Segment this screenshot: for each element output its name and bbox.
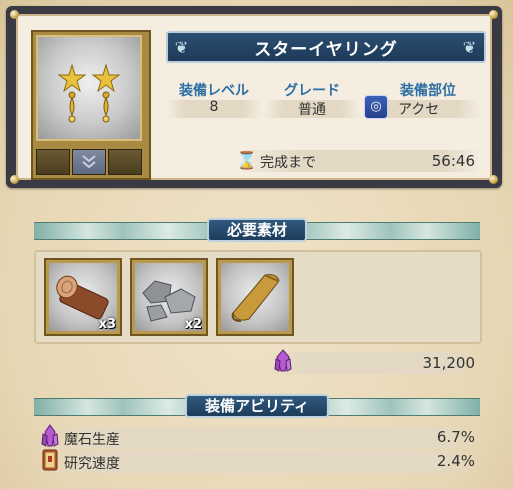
- equip-slot-value: アクセ: [398, 102, 440, 118]
- ability-value: 6.7%: [436, 428, 475, 446]
- material-count: x2: [184, 317, 202, 332]
- material-slot-scroll[interactable]: [216, 258, 294, 336]
- corner-rivet-icon: [489, 175, 498, 184]
- materials-section-header: 必要素材: [34, 218, 480, 242]
- ability-label: 研究速度: [64, 456, 120, 472]
- ability-label: 魔石生産: [64, 432, 120, 448]
- chevron-pattern-icon: [82, 155, 96, 169]
- timer-label: 完成まで: [260, 155, 316, 171]
- material-slot-log[interactable]: x3: [44, 258, 122, 336]
- star-earrings-icon: [36, 35, 142, 141]
- material-count: x3: [98, 317, 116, 332]
- accessory-socket: [72, 149, 106, 175]
- corner-rivet-icon: [489, 10, 498, 19]
- ring-icon: ◎: [364, 95, 388, 119]
- timer-value: 56:46: [431, 152, 475, 170]
- magic-crystal-icon: [41, 424, 59, 447]
- grade-value: 普通: [298, 102, 326, 118]
- grade-label: グレード: [284, 83, 340, 99]
- corner-rivet-icon: [10, 10, 19, 19]
- item-socket-row: [36, 149, 142, 175]
- empty-socket: [36, 149, 70, 175]
- equip-level-label: 装備レベル: [179, 83, 249, 99]
- ability-value: 2.4%: [436, 452, 475, 470]
- hourglass-icon: ⌛: [236, 151, 258, 171]
- item-portrait-frame[interactable]: [31, 30, 151, 180]
- magic-crystal-icon: [274, 349, 292, 372]
- item-name-banner: ❦ スターイヤリング ❦: [166, 31, 486, 63]
- flourish-right-icon: ❦: [462, 38, 478, 57]
- scroll-icon: [221, 263, 289, 331]
- cost-value: 31,200: [422, 354, 476, 372]
- item-name: スターイヤリング: [254, 39, 398, 60]
- equip-slot-label: 装備部位: [400, 83, 456, 99]
- empty-socket: [108, 149, 142, 175]
- abilities-section-header: 装備アビリティ: [34, 394, 480, 418]
- equip-level-value: 8: [209, 99, 219, 115]
- materials-section-title: 必要素材: [206, 218, 308, 242]
- flourish-left-icon: ❦: [174, 38, 190, 57]
- materials-panel: x3 x2: [34, 250, 482, 344]
- abilities-section-title: 装備アビリティ: [184, 394, 330, 418]
- material-slot-stones[interactable]: x2: [130, 258, 208, 336]
- corner-rivet-icon: [10, 175, 19, 184]
- research-book-icon: [42, 449, 58, 471]
